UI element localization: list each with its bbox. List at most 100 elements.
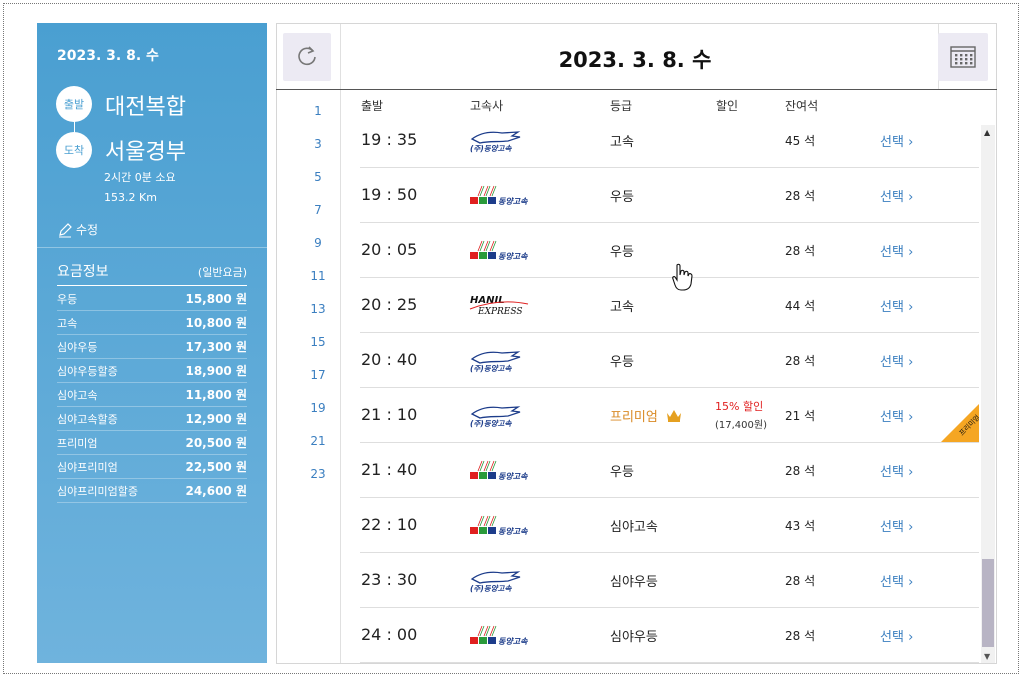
fare-name: 고속 (57, 316, 78, 330)
select-button[interactable]: 선택 › (880, 186, 913, 205)
select-label: 선택 (880, 135, 904, 150)
dongyang-logo-a: (주)동양고속 (470, 131, 521, 153)
departure-time: 21 : 40 (361, 460, 418, 479)
bus-grade: 우등 (610, 465, 634, 480)
hour-link[interactable]: 5 (300, 166, 336, 199)
hour-link[interactable]: 1 (300, 100, 336, 133)
calendar-button[interactable] (938, 33, 988, 81)
fare-row: 고속 10,800 원 (57, 311, 247, 335)
discount-price: (17,400원) (715, 420, 767, 431)
column-departure: 출발 (361, 99, 384, 113)
scroll-up-icon[interactable]: ▲ (984, 128, 990, 137)
chevron-right-icon: › (908, 190, 914, 205)
bus-grade: 심야고속 (610, 520, 658, 535)
fare-price: 18,900 원 (185, 364, 247, 378)
fare-name: 프리미엄 (57, 436, 98, 450)
dongyang-logo-b: 동양고속 (470, 240, 528, 261)
scrollbar-thumb[interactable] (982, 559, 994, 647)
fare-name: 심야고속 (57, 388, 98, 402)
hanil-logo: HANIL EXPRESS (469, 295, 529, 317)
bus-grade: 심야우등 (610, 630, 658, 645)
hour-link[interactable]: 3 (300, 133, 336, 166)
sidebar-date: 2023. 3. 8. 수 (57, 48, 159, 64)
chevron-right-icon: › (908, 300, 914, 315)
select-button[interactable]: 선택 › (880, 516, 913, 535)
fare-row: 심야프리미엄할증 24,600 원 (57, 479, 247, 503)
fare-header: 요금정보 (일반요금) (57, 261, 247, 286)
fare-price: 17,300 원 (185, 340, 247, 354)
departure-time: 21 : 10 (361, 405, 418, 424)
hour-link[interactable]: 9 (300, 232, 336, 265)
edit-label: 수정 (76, 223, 99, 237)
hour-link[interactable]: 23 (300, 463, 336, 496)
select-label: 선택 (880, 410, 904, 425)
select-label: 선택 (880, 575, 904, 590)
route-sidebar: 2023. 3. 8. 수 출발 대전복합 도착 서울경부 2시간 0분 소요 … (37, 23, 267, 663)
scroll-down-icon[interactable]: ▼ (984, 652, 990, 661)
schedule-row[interactable]: 21 : 10 (주)동양고속 프리미엄 15% 할인 (17,400원) 21… (360, 388, 979, 443)
select-button[interactable]: 선택 › (880, 241, 913, 260)
logo-text: 동양고속 (498, 252, 528, 261)
hour-link[interactable]: 17 (300, 364, 336, 397)
select-button[interactable]: 선택 › (880, 406, 913, 425)
schedule-row[interactable]: 19 : 50 동양고속 우등 28 석 선택 › (360, 168, 979, 223)
remaining-seats: 21 석 (785, 409, 816, 423)
remaining-seats: 28 석 (785, 189, 816, 203)
schedule-row[interactable]: 22 : 10 동양고속 심야고속 43 석 선택 › (360, 498, 979, 553)
bus-grade: 우등 (610, 245, 634, 260)
departure-time: 24 : 00 (361, 625, 418, 644)
select-label: 선택 (880, 190, 904, 205)
fare-row: 심야프리미엄 22,500 원 (57, 455, 247, 479)
select-button[interactable]: 선택 › (880, 626, 913, 645)
remaining-seats: 28 석 (785, 244, 816, 258)
select-button[interactable]: 선택 › (880, 461, 913, 480)
remaining-seats: 43 석 (785, 519, 816, 533)
bus-grade: 프리미엄 (610, 406, 682, 425)
select-button[interactable]: 선택 › (880, 131, 913, 150)
schedule-row[interactable]: 20 : 40 (주)동양고속 우등 28 석 선택 › (360, 333, 979, 388)
list-scrollbar[interactable]: ▲ ▼ (981, 125, 995, 663)
schedule-row[interactable]: 21 : 40 동양고속 우등 28 석 선택 › (360, 443, 979, 498)
fare-name: 심야우등 (57, 340, 98, 354)
fare-name: 심야고속할증 (57, 412, 118, 426)
dongyang-logo-a: (주)동양고속 (470, 571, 521, 593)
schedule-row[interactable]: 19 : 35 (주)동양고속 고속 45 석 선택 › (360, 113, 979, 168)
select-button[interactable]: 선택 › (880, 571, 913, 590)
premium-grade-label: 프리미엄 (610, 410, 658, 425)
hour-link[interactable]: 21 (300, 430, 336, 463)
fare-row: 심야우등 17,300 원 (57, 335, 247, 359)
fare-price: 22,500 원 (185, 460, 247, 474)
fare-price: 20,500 원 (185, 436, 247, 450)
dongyang-logo-b: 동양고속 (470, 625, 528, 646)
remaining-seats: 45 석 (785, 134, 816, 148)
schedule-row[interactable]: 24 : 00 동양고속 심야우등 28 석 선택 › (360, 608, 979, 663)
departure-time: 20 : 25 (361, 295, 418, 314)
chevron-right-icon: › (908, 575, 914, 590)
fare-price: 11,800 원 (185, 388, 247, 402)
select-button[interactable]: 선택 › (880, 351, 913, 370)
trip-distance: 153.2 Km (104, 191, 157, 204)
remaining-seats: 28 석 (785, 629, 816, 643)
bus-grade: 고속 (610, 135, 634, 150)
hour-link[interactable]: 13 (300, 298, 336, 331)
departure-time: 20 : 40 (361, 350, 418, 369)
crown-icon (666, 410, 681, 422)
hour-link[interactable]: 19 (300, 397, 336, 430)
select-button[interactable]: 선택 › (880, 296, 913, 315)
departure-time: 23 : 30 (361, 570, 418, 589)
logo-text: (주)동양고속 (470, 364, 512, 373)
column-grade: 등급 (610, 99, 633, 113)
column-seats: 잔여석 (785, 99, 819, 113)
hour-link[interactable]: 11 (300, 265, 336, 298)
hour-link[interactable]: 7 (300, 199, 336, 232)
remaining-seats: 28 석 (785, 464, 816, 478)
timetable-date: 2023. 3. 8. 수 (558, 48, 712, 72)
hand-cursor-icon (672, 263, 693, 291)
schedule-row[interactable]: 23 : 30 (주)동양고속 심야우등 28 석 선택 › (360, 553, 979, 608)
select-label: 선택 (880, 300, 904, 315)
edit-button[interactable]: 수정 (57, 221, 98, 238)
hour-link[interactable]: 15 (300, 331, 336, 364)
chevron-right-icon: › (908, 135, 914, 150)
departure-place: 대전복합 (105, 95, 186, 120)
refresh-button[interactable] (283, 33, 331, 81)
